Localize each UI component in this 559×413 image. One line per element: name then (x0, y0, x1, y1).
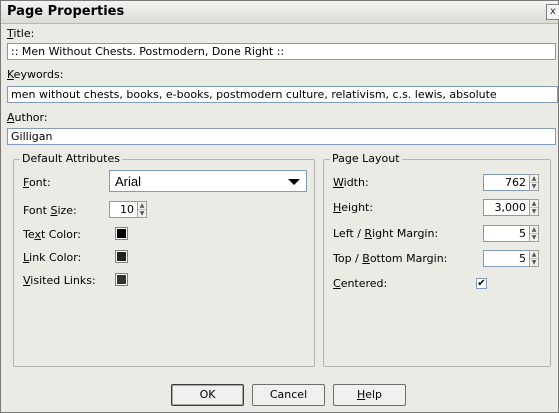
font-size-spin-buttons[interactable]: ▲ ▼ (137, 201, 147, 218)
left-right-margin-spin-buttons[interactable]: ▲ ▼ (529, 225, 539, 242)
centered-checkbox[interactable]: ✔ (476, 278, 487, 289)
height-spin-buttons[interactable]: ▲ ▼ (529, 199, 539, 216)
centered-label: Centered: (333, 277, 388, 290)
spin-up-icon[interactable]: ▲ (138, 202, 146, 210)
author-label: Author: (7, 111, 48, 124)
height-label: Height: (333, 201, 374, 214)
spin-up-icon[interactable]: ▲ (530, 175, 538, 183)
left-right-margin-input[interactable]: 5 (483, 225, 530, 242)
top-bottom-margin-label: Top / Bottom Margin: (333, 252, 448, 265)
visited-links-label: Visited Links: (23, 274, 96, 287)
link-color-swatch[interactable] (115, 250, 128, 263)
dialog-title: Page Properties (7, 4, 125, 19)
title-label: Title: (7, 27, 35, 40)
font-size-label: Font Size: (23, 204, 77, 217)
height-input[interactable]: 3,000 (483, 199, 530, 216)
spin-down-icon[interactable]: ▼ (530, 259, 538, 266)
width-spin-buttons[interactable]: ▲ ▼ (529, 174, 539, 191)
width-label: Width: (333, 176, 369, 189)
top-bottom-margin-stepper[interactable]: 5 ▲ ▼ (483, 250, 539, 267)
spin-down-icon[interactable]: ▼ (530, 183, 538, 190)
help-button[interactable]: Help (333, 384, 406, 406)
spin-down-icon[interactable]: ▼ (138, 210, 146, 217)
title-input[interactable]: :: Men Without Chests. Postmodern, Done … (7, 43, 556, 60)
spin-up-icon[interactable]: ▲ (530, 200, 538, 208)
keywords-label: Keywords: (7, 68, 64, 81)
left-right-margin-label: Left / Right Margin: (333, 227, 439, 240)
height-stepper[interactable]: 3,000 ▲ ▼ (483, 199, 539, 216)
spin-up-icon[interactable]: ▲ (530, 226, 538, 234)
cancel-button[interactable]: Cancel (252, 384, 325, 406)
font-label: Font: (23, 176, 51, 189)
page-properties-dialog: Page Properties x Title: :: Men Without … (0, 0, 559, 413)
width-input[interactable]: 762 (483, 174, 530, 191)
font-select-value: Arial (115, 174, 142, 189)
width-stepper[interactable]: 762 ▲ ▼ (483, 174, 539, 191)
text-color-label: Text Color: (23, 228, 81, 241)
spin-down-icon[interactable]: ▼ (530, 234, 538, 241)
page-layout-legend: Page Layout (330, 152, 402, 165)
spin-down-icon[interactable]: ▼ (530, 208, 538, 215)
link-color-label: Link Color: (23, 251, 82, 264)
chevron-down-icon[interactable] (288, 179, 300, 185)
font-size-stepper[interactable]: 10 ▲ ▼ (109, 201, 147, 218)
font-select[interactable]: Arial (109, 170, 307, 192)
spin-up-icon[interactable]: ▲ (530, 251, 538, 259)
visited-links-swatch[interactable] (115, 273, 128, 286)
top-bottom-margin-spin-buttons[interactable]: ▲ ▼ (529, 250, 539, 267)
left-right-margin-stepper[interactable]: 5 ▲ ▼ (483, 225, 539, 242)
font-size-input[interactable]: 10 (109, 201, 138, 218)
ok-button[interactable]: OK (171, 384, 244, 406)
author-input[interactable]: Gilligan (7, 128, 556, 145)
top-bottom-margin-input[interactable]: 5 (483, 250, 530, 267)
close-icon[interactable]: x (546, 4, 559, 20)
default-attributes-legend: Default Attributes (20, 152, 122, 165)
text-color-swatch[interactable] (115, 227, 128, 240)
keywords-input[interactable]: men without chests, books, e-books, post… (7, 86, 558, 103)
title-bar[interactable]: Page Properties x (1, 1, 559, 24)
